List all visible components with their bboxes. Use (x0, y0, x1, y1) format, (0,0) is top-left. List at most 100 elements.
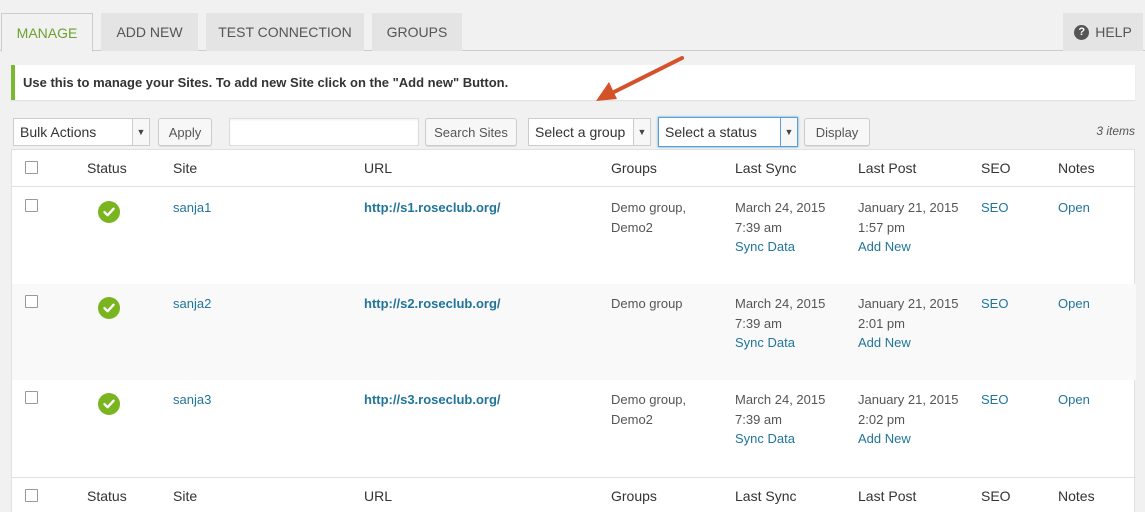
tab-test-connection[interactable]: TEST CONNECTION (206, 13, 364, 51)
url-link[interactable]: http://s1.roseclub.org/ (364, 198, 501, 218)
bulk-actions-select[interactable]: Bulk Actions ▼ (13, 118, 150, 146)
check-circle-icon (98, 201, 120, 223)
column-groups: Groups (611, 160, 657, 176)
tab-test-connection-label: TEST CONNECTION (218, 24, 352, 40)
column-url: URL (364, 488, 393, 504)
seo-link[interactable]: SEO (981, 198, 1008, 218)
column-status: Status (87, 488, 127, 504)
column-last-sync: Last Sync (735, 488, 797, 504)
column-last-post: Last Post (858, 160, 917, 176)
last-post-cell: January 21, 2015 2:02 pm Add New (858, 390, 958, 449)
tab-add-new-label: ADD NEW (116, 24, 183, 40)
column-seo: SEO (981, 488, 1011, 504)
last-sync-time: 7:39 am (735, 411, 782, 427)
table-header: Status Site URL Groups Last Sync Last Po… (12, 150, 1136, 187)
add-new-post-link[interactable]: Add New (858, 431, 911, 446)
row-checkbox[interactable] (25, 391, 38, 404)
last-sync-cell: March 24, 2015 7:39 am Sync Data (735, 198, 825, 257)
site-link[interactable]: sanja3 (173, 390, 211, 410)
tab-add-new[interactable]: ADD NEW (101, 13, 198, 51)
items-count: 3 items (1096, 124, 1135, 138)
seo-link[interactable]: SEO (981, 390, 1008, 410)
last-post-time: 2:01 pm (858, 315, 905, 331)
notes-open-link[interactable]: Open (1058, 198, 1090, 218)
url-link[interactable]: http://s3.roseclub.org/ (364, 390, 501, 410)
column-last-sync: Last Sync (735, 160, 797, 176)
tab-bar: MANAGE ADD NEW TEST CONNECTION GROUPS ? … (0, 0, 1145, 52)
groups-line: Demo2 (611, 411, 653, 427)
select-all-checkbox[interactable] (25, 161, 38, 174)
column-groups: Groups (611, 488, 657, 504)
last-sync-time: 7:39 am (735, 219, 782, 235)
check-circle-icon (98, 297, 120, 319)
search-input[interactable] (229, 118, 419, 146)
sync-data-link[interactable]: Sync Data (735, 431, 795, 446)
table-footer: Status Site URL Groups Last Sync Last Po… (12, 477, 1136, 512)
groups-cell: Demo group, Demo2 (611, 198, 686, 237)
group-select[interactable]: Select a group ▼ (528, 118, 651, 146)
last-post-cell: January 21, 2015 2:01 pm Add New (858, 294, 958, 353)
column-last-post: Last Post (858, 488, 917, 504)
notes-open-link[interactable]: Open (1058, 294, 1090, 314)
column-site: Site (173, 488, 198, 504)
info-notice: Use this to manage your Sites. To add ne… (11, 65, 1135, 100)
groups-line: Demo2 (611, 219, 653, 235)
column-url: URL (364, 160, 393, 176)
status-select[interactable]: Select a status ▼ (658, 117, 798, 147)
url-link[interactable]: http://s2.roseclub.org/ (364, 294, 501, 314)
last-post-date: January 21, 2015 (858, 296, 959, 311)
groups-line: Demo group (611, 296, 683, 311)
groups-line: Demo group, (611, 392, 687, 407)
column-status: Status (87, 160, 127, 176)
column-seo: SEO (981, 160, 1011, 176)
column-site: Site (173, 160, 198, 176)
help-icon: ? (1074, 24, 1090, 40)
groups-cell: Demo group (611, 294, 683, 314)
table-row: sanja1 http://s1.roseclub.org/ Demo grou… (12, 188, 1136, 284)
groups-cell: Demo group, Demo2 (611, 390, 686, 429)
group-select-value: Select a group (535, 124, 626, 140)
table-row: sanja3 http://s3.roseclub.org/ Demo grou… (12, 380, 1136, 476)
tab-groups[interactable]: GROUPS (372, 13, 462, 51)
help-button[interactable]: ? HELP (1063, 13, 1143, 51)
check-circle-icon (98, 393, 120, 415)
groups-line: Demo group, (611, 200, 687, 215)
last-post-date: January 21, 2015 (858, 200, 959, 215)
last-sync-date: March 24, 2015 (735, 200, 826, 215)
last-post-date: January 21, 2015 (858, 392, 959, 407)
sync-data-link[interactable]: Sync Data (735, 335, 795, 350)
last-post-cell: January 21, 2015 1:57 pm Add New (858, 198, 958, 257)
column-notes: Notes (1058, 488, 1095, 504)
notes-open-link[interactable]: Open (1058, 390, 1090, 410)
bulk-actions-value: Bulk Actions (20, 124, 97, 140)
chevron-down-icon: ▼ (780, 118, 797, 146)
tab-groups-label: GROUPS (386, 24, 448, 40)
tab-manage[interactable]: MANAGE (1, 13, 93, 52)
status-select-value: Select a status (665, 124, 757, 140)
column-notes: Notes (1058, 160, 1095, 176)
last-sync-date: March 24, 2015 (735, 296, 826, 311)
info-notice-text: Use this to manage your Sites. To add ne… (23, 75, 509, 90)
add-new-post-link[interactable]: Add New (858, 335, 911, 350)
last-sync-date: March 24, 2015 (735, 392, 826, 407)
last-post-time: 2:02 pm (858, 411, 905, 427)
seo-link[interactable]: SEO (981, 294, 1008, 314)
help-label: HELP (1095, 24, 1132, 40)
table-row: sanja2 http://s2.roseclub.org/ Demo grou… (12, 284, 1136, 380)
chevron-down-icon: ▼ (633, 119, 650, 145)
last-sync-cell: March 24, 2015 7:39 am Sync Data (735, 294, 825, 353)
apply-button[interactable]: Apply (158, 118, 212, 146)
add-new-post-link[interactable]: Add New (858, 239, 911, 254)
last-sync-time: 7:39 am (735, 315, 782, 331)
search-sites-button[interactable]: Search Sites (425, 118, 517, 146)
select-all-checkbox-footer[interactable] (25, 489, 38, 502)
row-checkbox[interactable] (25, 199, 38, 212)
display-button[interactable]: Display (804, 118, 870, 146)
site-link[interactable]: sanja2 (173, 294, 211, 314)
sync-data-link[interactable]: Sync Data (735, 239, 795, 254)
last-sync-cell: March 24, 2015 7:39 am Sync Data (735, 390, 825, 449)
chevron-down-icon: ▼ (132, 119, 149, 145)
last-post-time: 1:57 pm (858, 219, 905, 235)
site-link[interactable]: sanja1 (173, 198, 211, 218)
row-checkbox[interactable] (25, 295, 38, 308)
